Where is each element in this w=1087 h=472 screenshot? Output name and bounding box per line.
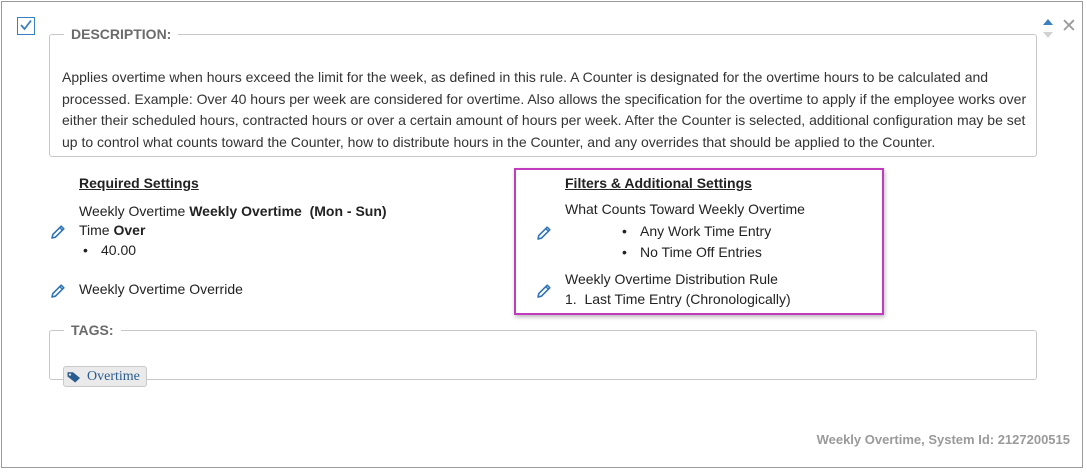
time-over-value: Over: [113, 222, 146, 238]
counts-item-1: • Any Work Time Entry: [622, 223, 771, 239]
sort-arrows-icon[interactable]: [1041, 15, 1055, 43]
time-prefix: Time: [79, 222, 114, 238]
distribution-rule-item: 1. Last Time Entry (Chronologically): [565, 291, 791, 307]
edit-override-pencil-icon[interactable]: [49, 282, 67, 300]
tags-legend: TAGS:: [71, 322, 114, 338]
hours-bullet: •: [83, 242, 88, 258]
counts-toward-title: What Counts Toward Weekly Overtime: [565, 201, 805, 217]
rule-card: ✕ DESCRIPTION: Applies overtime when hou…: [1, 1, 1083, 468]
edit-required-settings-pencil-icon[interactable]: [49, 223, 67, 241]
hours-value-item: • 40.00: [83, 242, 136, 258]
time-over-line: Time Over: [79, 222, 145, 238]
counts-item-1-bullet: •: [622, 223, 627, 239]
move-down-icon[interactable]: [1043, 32, 1053, 38]
description-legend: DESCRIPTION:: [71, 26, 172, 42]
counter-line-value: Weekly Overtime (Mon - Sun): [189, 203, 387, 219]
weekly-overtime-counter-line: Weekly Overtime Weekly Overtime (Mon - S…: [79, 203, 387, 219]
counts-item-2-bullet: •: [622, 244, 627, 260]
weekly-overtime-override: Weekly Overtime Override: [79, 281, 243, 297]
counter-line-prefix: Weekly Overtime: [79, 203, 190, 219]
close-icon[interactable]: ✕: [1061, 17, 1077, 36]
tags-section: TAGS: Overtime: [49, 322, 1037, 387]
counts-item-2: • No Time Off Entries: [622, 244, 762, 260]
description-section: DESCRIPTION: Applies overtime when hours…: [49, 26, 1037, 157]
move-up-icon[interactable]: [1043, 19, 1053, 25]
description-text: Applies overtime when hours exceed the l…: [62, 69, 1027, 151]
tag-label: Overtime: [87, 368, 140, 384]
system-id-footer: Weekly Overtime, System Id: 2127200515: [816, 432, 1070, 447]
filters-header: Filters & Additional Settings: [565, 175, 752, 191]
edit-counts-pencil-icon[interactable]: [535, 224, 553, 242]
tag-icon: [67, 371, 80, 382]
distribution-rule-title: Weekly Overtime Distribution Rule: [565, 271, 778, 287]
tag-chip-overtime[interactable]: Overtime: [63, 366, 147, 387]
counts-item-2-label: No Time Off Entries: [640, 244, 762, 260]
edit-distribution-pencil-icon[interactable]: [535, 282, 553, 300]
required-settings-header: Required Settings: [79, 175, 199, 191]
select-checkbox[interactable]: [17, 17, 35, 35]
checkmark-icon: [20, 19, 32, 31]
counts-item-1-label: Any Work Time Entry: [640, 223, 772, 239]
hours-value: 40.00: [101, 242, 137, 258]
